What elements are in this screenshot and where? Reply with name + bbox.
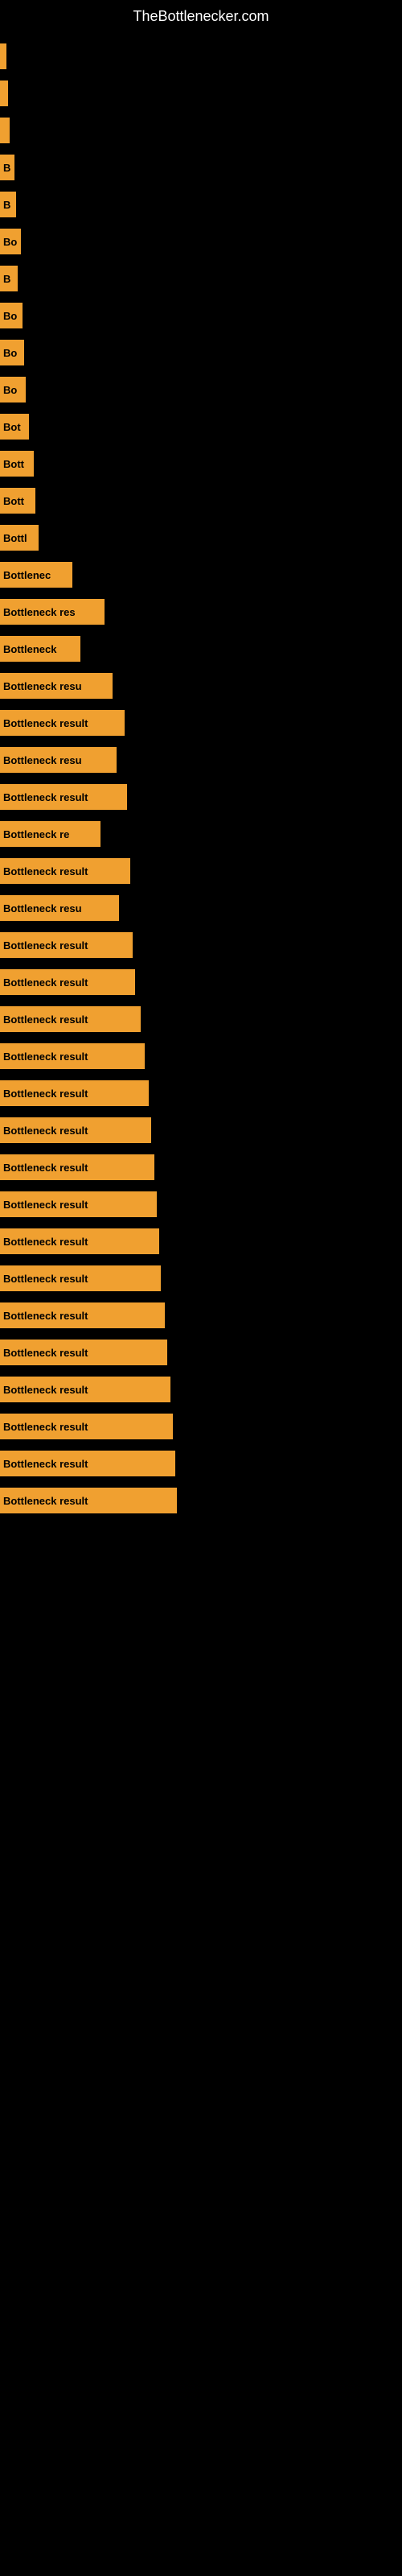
bar-row: [0, 41, 402, 72]
result-bar: Bottleneck result: [0, 1117, 151, 1143]
bar-row: Bo: [0, 374, 402, 405]
bar-row: B: [0, 189, 402, 220]
result-bar: Bottl: [0, 525, 39, 551]
bar-row: Bott: [0, 485, 402, 516]
result-bar: Bottleneck result: [0, 1414, 173, 1439]
result-bar: Bottleneck: [0, 636, 80, 662]
site-title: TheBottlenecker.com: [0, 0, 402, 37]
result-bar: Bot: [0, 414, 29, 440]
bar-row: Bottleneck: [0, 634, 402, 664]
bar-row: Bottleneck res: [0, 597, 402, 627]
result-bar: [0, 80, 8, 106]
result-bar: Bottleneck result: [0, 1006, 141, 1032]
bar-row: Bottleneck result: [0, 1078, 402, 1108]
bar-row: Bottleneck result: [0, 1300, 402, 1331]
result-bar: B: [0, 155, 14, 180]
result-bar: Bottleneck resu: [0, 895, 119, 921]
bar-row: Bottleneck result: [0, 1337, 402, 1368]
result-bar: Bottleneck result: [0, 932, 133, 958]
result-bar: Bottleneck res: [0, 599, 105, 625]
result-bar: Bottleneck resu: [0, 673, 113, 699]
bar-row: Bottleneck result: [0, 1411, 402, 1442]
result-bar: B: [0, 192, 16, 217]
result-bar: Bottleneck result: [0, 710, 125, 736]
bar-row: Bot: [0, 411, 402, 442]
bar-row: Bottleneck result: [0, 1374, 402, 1405]
bar-row: Bottleneck result: [0, 1004, 402, 1034]
result-bar: B: [0, 266, 18, 291]
bar-row: B: [0, 263, 402, 294]
result-bar: Bottleneck result: [0, 1154, 154, 1180]
result-bar: Bottlenec: [0, 562, 72, 588]
bar-row: Bottleneck result: [0, 1152, 402, 1183]
bar-row: Bottleneck re: [0, 819, 402, 849]
bar-row: Bott: [0, 448, 402, 479]
bar-row: Bottleneck result: [0, 1041, 402, 1071]
bar-row: Bottleneck resu: [0, 671, 402, 701]
bar-row: Bottl: [0, 522, 402, 553]
bar-row: Bottleneck resu: [0, 745, 402, 775]
result-bar: Bottleneck result: [0, 1302, 165, 1328]
bar-row: Bottleneck result: [0, 856, 402, 886]
bar-row: Bottleneck result: [0, 1189, 402, 1220]
bar-row: Bottleneck result: [0, 1263, 402, 1294]
bar-row: Bottleneck result: [0, 1485, 402, 1516]
bar-row: Bottleneck result: [0, 930, 402, 960]
result-bar: Bott: [0, 488, 35, 514]
result-bar: Bo: [0, 229, 21, 254]
result-bar: Bottleneck result: [0, 1488, 177, 1513]
result-bar: [0, 43, 6, 69]
bar-row: Bottleneck result: [0, 782, 402, 812]
bar-row: Bottleneck result: [0, 1448, 402, 1479]
result-bar: Bottleneck result: [0, 1377, 170, 1402]
result-bar: Bottleneck result: [0, 858, 130, 884]
bar-row: [0, 115, 402, 146]
bar-row: Bottleneck result: [0, 1115, 402, 1146]
result-bar: Bottleneck result: [0, 1080, 149, 1106]
bar-row: Bo: [0, 226, 402, 257]
result-bar: Bottleneck result: [0, 1265, 161, 1291]
result-bar: [0, 118, 10, 143]
result-bar: Bottleneck result: [0, 1451, 175, 1476]
result-bar: Bottleneck resu: [0, 747, 117, 773]
result-bar: Bottleneck result: [0, 1191, 157, 1217]
bar-row: B: [0, 152, 402, 183]
result-bar: Bottleneck re: [0, 821, 100, 847]
bar-row: [0, 78, 402, 109]
result-bar: Bottleneck result: [0, 784, 127, 810]
bar-row: Bottleneck result: [0, 708, 402, 738]
bar-row: Bottleneck result: [0, 1226, 402, 1257]
bars-container: BBBoBBoBoBoBotBottBottBottlBottlenecBott…: [0, 37, 402, 1522]
result-bar: Bo: [0, 377, 26, 402]
result-bar: Bo: [0, 340, 24, 365]
bar-row: Bottleneck resu: [0, 893, 402, 923]
result-bar: Bottleneck result: [0, 969, 135, 995]
bar-row: Bottleneck result: [0, 967, 402, 997]
result-bar: Bottleneck result: [0, 1340, 167, 1365]
bar-row: Bo: [0, 337, 402, 368]
result-bar: Bo: [0, 303, 23, 328]
bar-row: Bo: [0, 300, 402, 331]
bar-row: Bottlenec: [0, 559, 402, 590]
result-bar: Bott: [0, 451, 34, 477]
result-bar: Bottleneck result: [0, 1043, 145, 1069]
result-bar: Bottleneck result: [0, 1228, 159, 1254]
